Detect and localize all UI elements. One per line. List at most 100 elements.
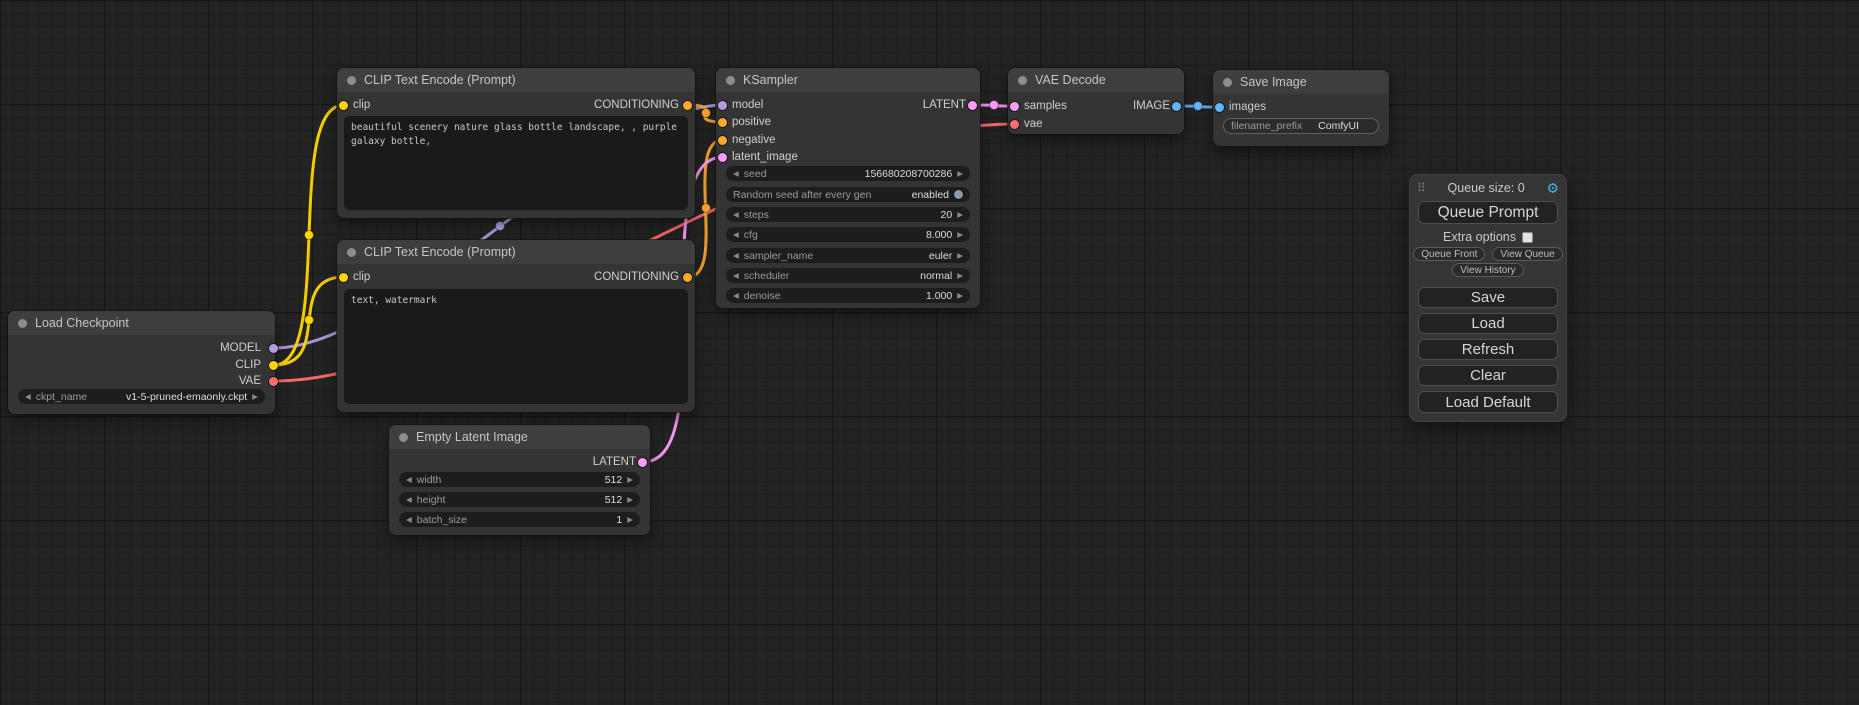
ckpt-name-widget[interactable]: ◀ ckpt_name v1-5-pruned-emaonly.ckpt ▶ [18, 389, 265, 404]
input-slot-images[interactable] [1215, 103, 1224, 112]
input-slot-model[interactable] [718, 101, 727, 110]
refresh-button[interactable]: Refresh [1418, 339, 1558, 360]
batch-size-widget[interactable]: ◀ batch_size 1 ▶ [399, 512, 640, 527]
queue-size-label: Queue size: 0 [1426, 181, 1547, 195]
settings-gear-icon[interactable]: ⚙ [1546, 181, 1559, 195]
node-title-bar[interactable]: CLIP Text Encode (Prompt) [337, 68, 695, 92]
output-slot-latent[interactable] [638, 458, 647, 467]
widget-label: denoise [744, 290, 781, 302]
node-load-checkpoint[interactable]: Load Checkpoint MODEL CLIP VAE ◀ ckpt_na… [8, 311, 275, 414]
decrement-arrow-icon[interactable]: ◀ [25, 393, 31, 401]
scheduler-widget[interactable]: ◀ scheduler normal ▶ [726, 268, 970, 283]
decrement-arrow-icon[interactable]: ◀ [733, 272, 739, 280]
node-title: CLIP Text Encode (Prompt) [364, 73, 516, 87]
collapse-dot-icon[interactable] [726, 76, 735, 85]
node-title-bar[interactable]: VAE Decode [1008, 68, 1184, 92]
node-ksampler[interactable]: KSampler model positive negative latent_… [716, 68, 980, 308]
decrement-arrow-icon[interactable]: ◀ [733, 211, 739, 219]
collapse-dot-icon[interactable] [399, 433, 408, 442]
increment-arrow-icon[interactable]: ▶ [957, 252, 963, 260]
node-empty-latent-image[interactable]: Empty Latent Image LATENT ◀ width 512 ▶ … [389, 425, 650, 535]
input-slot-negative[interactable] [718, 136, 727, 145]
increment-arrow-icon[interactable]: ▶ [957, 211, 963, 219]
denoise-widget[interactable]: ◀ denoise 1.000 ▶ [726, 288, 970, 303]
toggle-knob-icon[interactable] [954, 190, 963, 199]
collapse-dot-icon[interactable] [347, 76, 356, 85]
steps-widget[interactable]: ◀ steps 20 ▶ [726, 207, 970, 222]
widget-label: width [417, 474, 442, 486]
collapse-dot-icon[interactable] [347, 248, 356, 257]
decrement-arrow-icon[interactable]: ◀ [733, 292, 739, 300]
graph-canvas[interactable]: Load Checkpoint MODEL CLIP VAE ◀ ckpt_na… [0, 0, 1859, 705]
cfg-widget[interactable]: ◀ cfg 8.000 ▶ [726, 227, 970, 242]
collapse-dot-icon[interactable] [1018, 76, 1027, 85]
sampler-name-widget[interactable]: ◀ sampler_name euler ▶ [726, 248, 970, 263]
widget-value: 512 [605, 494, 623, 506]
increment-arrow-icon[interactable]: ▶ [957, 170, 963, 178]
input-label-latent-image: latent_image [732, 150, 798, 164]
decrement-arrow-icon[interactable]: ◀ [406, 496, 412, 504]
increment-arrow-icon[interactable]: ▶ [957, 292, 963, 300]
increment-arrow-icon[interactable]: ▶ [627, 496, 633, 504]
menu-header: ⠿ Queue size: 0 ⚙ [1417, 179, 1559, 197]
save-button[interactable]: Save [1418, 287, 1558, 308]
increment-arrow-icon[interactable]: ▶ [627, 516, 633, 524]
output-slot-latent[interactable] [968, 101, 977, 110]
output-slot-conditioning[interactable] [683, 273, 692, 282]
input-slot-latent-image[interactable] [718, 153, 727, 162]
widget-label: filename_prefix [1231, 120, 1302, 132]
output-slot-vae[interactable] [269, 377, 278, 386]
input-slot-samples[interactable] [1010, 102, 1019, 111]
node-title-bar[interactable]: CLIP Text Encode (Prompt) [337, 240, 695, 264]
increment-arrow-icon[interactable]: ▶ [957, 231, 963, 239]
decrement-arrow-icon[interactable]: ◀ [733, 170, 739, 178]
input-slot-positive[interactable] [718, 118, 727, 127]
node-clip-text-encode-negative[interactable]: CLIP Text Encode (Prompt) clip CONDITION… [337, 240, 695, 412]
random-seed-toggle-widget[interactable]: Random seed after every gen enabled [726, 187, 970, 202]
queue-front-button[interactable]: Queue Front [1413, 247, 1485, 261]
decrement-arrow-icon[interactable]: ◀ [733, 252, 739, 260]
seed-widget[interactable]: ◀ seed 156680208700286 ▶ [726, 166, 970, 181]
input-slot-clip[interactable] [339, 273, 348, 282]
increment-arrow-icon[interactable]: ▶ [957, 272, 963, 280]
decrement-arrow-icon[interactable]: ◀ [733, 231, 739, 239]
extra-options-checkbox[interactable] [1522, 232, 1533, 243]
output-slot-clip[interactable] [269, 361, 278, 370]
clear-button[interactable]: Clear [1418, 365, 1558, 386]
view-queue-button[interactable]: View Queue [1492, 247, 1562, 261]
input-slot-vae[interactable] [1010, 120, 1019, 129]
link-dot-conditioning-positive [702, 109, 711, 118]
width-widget[interactable]: ◀ width 512 ▶ [399, 472, 640, 487]
decrement-arrow-icon[interactable]: ◀ [406, 476, 412, 484]
increment-arrow-icon[interactable]: ▶ [627, 476, 633, 484]
load-default-button[interactable]: Load Default [1418, 391, 1558, 413]
output-label-latent: LATENT [593, 455, 636, 469]
output-slot-image[interactable] [1172, 102, 1181, 111]
increment-arrow-icon[interactable]: ▶ [252, 393, 258, 401]
node-vae-decode[interactable]: VAE Decode samples IMAGE vae [1008, 68, 1184, 134]
filename-prefix-widget[interactable]: filename_prefix ComfyUI [1223, 118, 1379, 134]
load-button[interactable]: Load [1418, 313, 1558, 334]
node-title-bar[interactable]: Empty Latent Image [389, 425, 650, 449]
node-save-image[interactable]: Save Image images filename_prefix ComfyU… [1213, 70, 1389, 146]
collapse-dot-icon[interactable] [1223, 78, 1232, 87]
node-title-bar[interactable]: Save Image [1213, 70, 1389, 94]
height-widget[interactable]: ◀ height 512 ▶ [399, 492, 640, 507]
drag-handle-icon[interactable]: ⠿ [1417, 181, 1426, 195]
queue-prompt-button[interactable]: Queue Prompt [1418, 201, 1558, 224]
collapse-dot-icon[interactable] [18, 319, 27, 328]
node-title-bar[interactable]: KSampler [716, 68, 980, 92]
prompt-textarea[interactable]: beautiful scenery nature glass bottle la… [344, 116, 688, 210]
widget-label: ckpt_name [36, 391, 87, 403]
input-slot-clip[interactable] [339, 101, 348, 110]
output-slot-conditioning[interactable] [683, 101, 692, 110]
node-title-bar[interactable]: Load Checkpoint [8, 311, 275, 335]
decrement-arrow-icon[interactable]: ◀ [406, 516, 412, 524]
view-history-button[interactable]: View History [1452, 263, 1523, 277]
prompt-textarea[interactable]: text, watermark [344, 289, 688, 404]
widget-label: sampler_name [744, 250, 813, 262]
node-clip-text-encode-positive[interactable]: CLIP Text Encode (Prompt) clip CONDITION… [337, 68, 695, 218]
history-button-row: View History [1410, 263, 1566, 277]
output-slot-model[interactable] [269, 344, 278, 353]
widget-label: seed [744, 168, 767, 180]
